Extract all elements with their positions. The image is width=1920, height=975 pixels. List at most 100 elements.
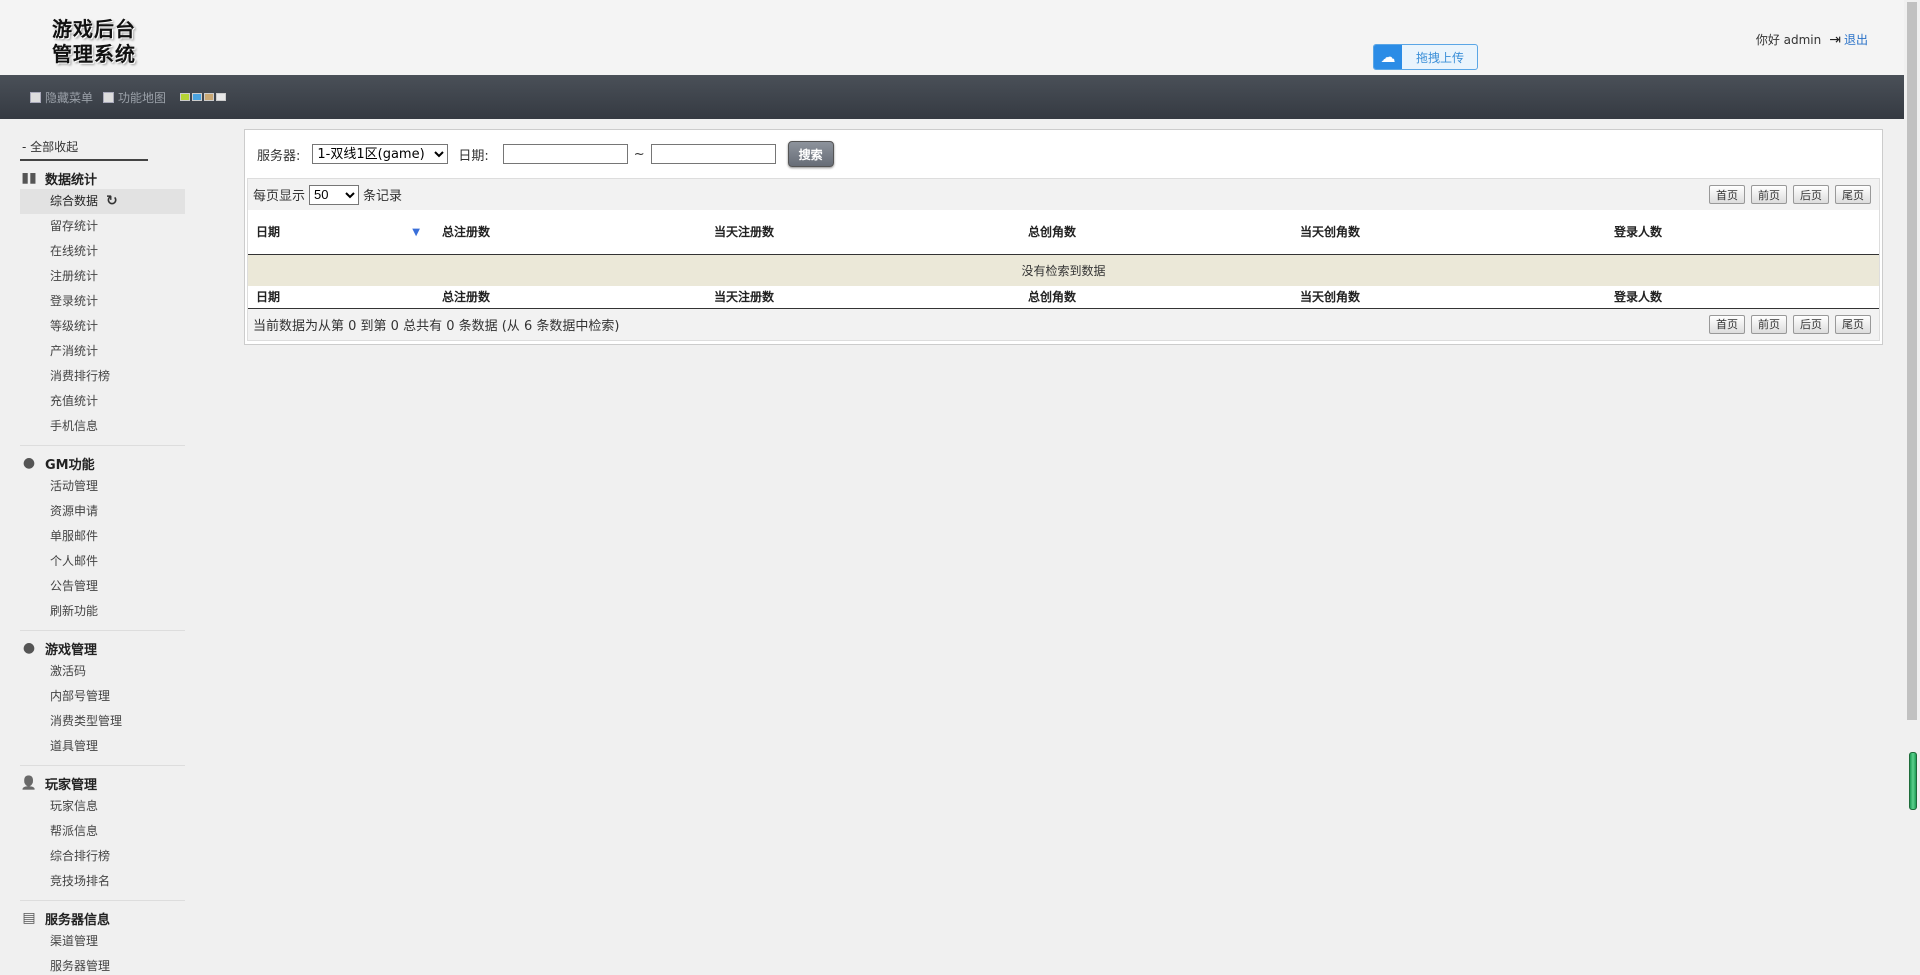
next-page-button[interactable]: 后页 xyxy=(1793,314,1829,334)
theme-swatch-green[interactable] xyxy=(180,93,191,101)
sidebar-item-label: 玩家信息 xyxy=(50,799,99,813)
sidebar-group-title[interactable]: ▮▮ 数据统计 xyxy=(20,167,185,189)
sidebar-item-label: 服务器管理 xyxy=(50,959,111,973)
col-total-register-footer: 总注册数 xyxy=(434,286,706,309)
sidebar-item[interactable]: 刷新功能 xyxy=(20,599,185,624)
sidebar-item[interactable]: 综合排行榜 xyxy=(20,844,185,869)
chat-bubbles-icon: ● xyxy=(22,640,36,656)
sidebar-item[interactable]: 玩家信息 xyxy=(20,794,185,819)
sidebar-item-label: 帮派信息 xyxy=(50,824,99,838)
col-logins-header[interactable]: 登录人数 xyxy=(1606,210,1879,255)
sidebar-item[interactable]: 综合数据 ↻ xyxy=(20,189,185,214)
sidebar-item-label: 留存统计 xyxy=(50,219,99,233)
hide-menu-button[interactable]: 隐藏菜单 xyxy=(30,89,93,106)
sidebar-item-label: 公告管理 xyxy=(50,579,99,593)
user-icon: 👤 xyxy=(20,776,38,791)
sidebar-item[interactable]: 登录统计 xyxy=(20,289,185,314)
collapse-all-link[interactable]: - 全部收起 xyxy=(20,132,148,161)
sidebar-item[interactable]: 服务器管理 xyxy=(20,954,185,975)
page-length-select[interactable]: 50 xyxy=(309,184,360,205)
sidebar-item-label: 产消统计 xyxy=(50,344,99,358)
sidebar-item[interactable]: 帮派信息 xyxy=(20,819,185,844)
sidebar-item[interactable]: 注册统计 xyxy=(20,264,185,289)
sidebar-item-label: 综合数据 xyxy=(50,194,99,208)
function-map-button[interactable]: 功能地图 xyxy=(103,89,166,106)
sidebar-group-title[interactable]: ● 游戏管理 xyxy=(20,637,185,659)
floating-widget[interactable] xyxy=(1909,752,1917,810)
sidebar-item-label: 单服邮件 xyxy=(50,529,99,543)
upload-label: 拖拽上传 xyxy=(1416,50,1465,65)
sidebar-group: ▤ 服务器信息渠道管理服务器管理 xyxy=(20,907,185,975)
sidebar-item[interactable]: 活动管理 xyxy=(20,474,185,499)
table-info: 当前数据为从第 0 到第 0 总共有 0 条数据 (从 6 条数据中检索) xyxy=(253,318,620,334)
sidebar-item-label: 登录统计 xyxy=(50,294,99,308)
sidebar-item[interactable]: 道具管理 xyxy=(20,734,185,759)
date-separator: ~ xyxy=(633,146,645,162)
theme-swatch-blue[interactable] xyxy=(192,93,203,101)
col-daily-roles-header[interactable]: 当天创角数 xyxy=(1292,210,1606,255)
prev-page-button[interactable]: 前页 xyxy=(1751,314,1787,334)
vertical-scrollbar[interactable] xyxy=(1904,0,1920,975)
sidebar-item[interactable]: 渠道管理 xyxy=(20,929,185,954)
sidebar-item[interactable]: 资源申请 xyxy=(20,499,185,524)
next-page-button[interactable]: 后页 xyxy=(1793,185,1829,204)
sidebar-item[interactable]: 激活码 xyxy=(20,659,185,684)
end-date-input[interactable] xyxy=(650,144,776,164)
sidebar-item[interactable]: 消费类型管理 xyxy=(20,709,185,734)
sidebar-group-title[interactable]: ▤ 服务器信息 xyxy=(20,907,185,929)
hide-menu-label: 隐藏菜单 xyxy=(45,90,94,105)
empty-message: 没有检索到数据 xyxy=(248,254,1879,286)
search-button[interactable]: 搜索 xyxy=(787,141,834,167)
table-header-row: 日期 ▼ 总注册数 当天注册数 总创角数 当天创角数 登录人数 xyxy=(248,210,1879,255)
sidebar: - 全部收起 ▮▮ 数据统计综合数据 ↻ 留存统计在线统计 注册统计登录统计等级统计产消… xyxy=(20,132,185,975)
theme-swatch-white[interactable] xyxy=(216,93,227,101)
col-total-register-header[interactable]: 总注册数 xyxy=(434,210,706,255)
sidebar-item[interactable]: 留存统计 xyxy=(20,214,185,239)
sidebar-group-label: 玩家管理 xyxy=(45,777,98,793)
logout-link[interactable]: 退出 xyxy=(1844,31,1868,48)
sidebar-item[interactable]: 消费排行榜 xyxy=(20,364,185,389)
col-total-roles-header[interactable]: 总创角数 xyxy=(1020,210,1292,255)
sidebar-item-label: 消费排行榜 xyxy=(50,369,111,383)
sidebar-group-label: GM功能 xyxy=(45,457,95,473)
sidebar-item[interactable]: 在线统计 xyxy=(20,239,185,264)
sidebar-item-label: 等级统计 xyxy=(50,319,99,333)
last-page-button[interactable]: 尾页 xyxy=(1835,185,1871,204)
drag-upload-button[interactable]: ☁ 拖拽上传 xyxy=(1373,44,1478,70)
theme-swatch-tan[interactable] xyxy=(204,93,215,101)
sidebar-item[interactable]: 产消统计 xyxy=(20,339,185,364)
length-prefix: 每页显示 xyxy=(253,189,306,204)
sidebar-item[interactable]: 公告管理 xyxy=(20,574,185,599)
sidebar-item-label: 充值统计 xyxy=(50,394,99,408)
refresh-icon[interactable]: ↻ xyxy=(106,193,118,209)
sidebar-item[interactable]: 竞技场排名 xyxy=(20,869,185,894)
server-select[interactable]: 1-双线1区(game) xyxy=(312,144,449,164)
sidebar-group: 👤 玩家管理玩家信息帮派信息综合排行榜 竞技场排名 xyxy=(20,772,185,901)
prev-page-button[interactable]: 前页 xyxy=(1751,185,1787,204)
sidebar-item[interactable]: 内部号管理 xyxy=(20,684,185,709)
first-page-button[interactable]: 首页 xyxy=(1709,185,1745,204)
sidebar-item-label: 渠道管理 xyxy=(50,934,99,948)
table-row: 没有检索到数据 xyxy=(248,254,1879,286)
scrollbar-thumb[interactable] xyxy=(1907,2,1917,720)
col-date-header[interactable]: 日期 ▼ xyxy=(248,210,434,255)
sidebar-item[interactable]: 等级统计 xyxy=(20,314,185,339)
logout-icon[interactable]: ⇥ xyxy=(1829,32,1841,48)
last-page-button[interactable]: 尾页 xyxy=(1835,314,1871,334)
sidebar-group: ▮▮ 数据统计综合数据 ↻ 留存统计在线统计 注册统计登录统计等级统计产消统计消费排行榜… xyxy=(20,167,185,446)
sidebar-item[interactable]: 个人邮件 xyxy=(20,549,185,574)
first-page-button[interactable]: 首页 xyxy=(1709,314,1745,334)
sidebar-item-label: 个人邮件 xyxy=(50,554,99,568)
sidebar-item[interactable]: 充值统计 xyxy=(20,389,185,414)
sidebar-item-label: 活动管理 xyxy=(50,479,99,493)
sidebar-group: ● GM功能活动管理资源申请单服邮件个人邮件公告管理刷新功能 xyxy=(20,452,185,631)
col-daily-register-header[interactable]: 当天注册数 xyxy=(706,210,1020,255)
sidebar-group-title[interactable]: 👤 玩家管理 xyxy=(20,772,185,794)
col-date-label: 日期 xyxy=(256,225,281,240)
cloud-icon: ☁ xyxy=(1374,45,1402,69)
grid-icon xyxy=(103,91,115,103)
start-date-input[interactable] xyxy=(502,144,628,164)
sidebar-item[interactable]: 手机信息 xyxy=(20,414,185,439)
sidebar-item[interactable]: 单服邮件 xyxy=(20,524,185,549)
sidebar-group-title[interactable]: ● GM功能 xyxy=(20,452,185,474)
